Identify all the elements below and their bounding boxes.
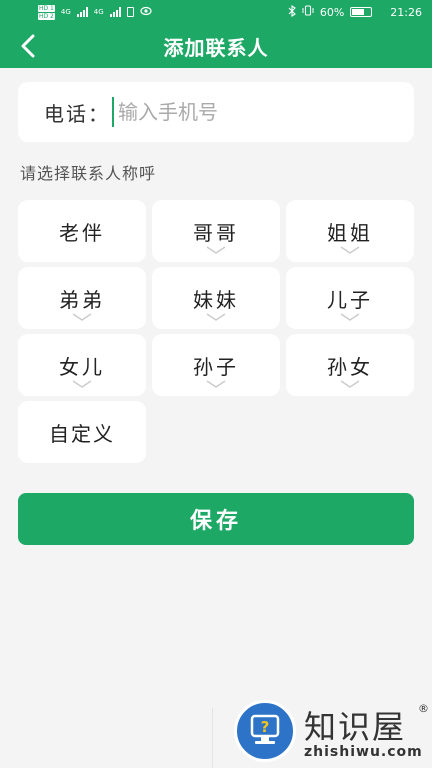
relation-chip[interactable]: 自定义 — [18, 401, 146, 463]
signal-icon — [76, 7, 88, 17]
relation-chip[interactable]: 哥哥 — [152, 200, 280, 262]
chevron-down-icon — [340, 313, 360, 321]
relation-chip[interactable]: 妹妹 — [152, 267, 280, 329]
battery-icon — [350, 7, 373, 17]
relation-chip[interactable]: 儿子 — [286, 267, 414, 329]
eye-icon — [140, 6, 152, 19]
bluetooth-icon — [288, 4, 296, 20]
relation-chip-label: 孙子 — [193, 355, 239, 379]
status-right: 60% 21:26 — [288, 4, 422, 20]
status-time: 21:26 — [390, 5, 422, 19]
chevron-down-icon — [340, 246, 360, 254]
watermark-brand: 知识屋 — [304, 708, 407, 746]
relation-chip-label: 老伴 — [59, 221, 105, 245]
relation-chip[interactable]: 老伴 — [18, 200, 146, 262]
page-title: 添加联系人 — [163, 35, 269, 60]
watermark-divider — [212, 708, 213, 768]
sim1-badge: HD 1 — [38, 4, 55, 12]
relation-chip-label: 孙女 — [327, 355, 373, 379]
chevron-down-icon — [72, 380, 92, 388]
phone-label: 电话： — [44, 101, 110, 126]
status-left: HD 1 HD 2 4G 4G — [38, 4, 152, 20]
watermark-domain: zhishiwu.com — [304, 744, 423, 760]
relation-chip-label: 弟弟 — [59, 288, 105, 312]
battery-percent: 60% — [319, 5, 345, 19]
relation-chip-label: 姐姐 — [327, 221, 373, 245]
svg-text:?: ? — [261, 718, 270, 736]
watermark: ? 知识屋 ® zhishiwu.com — [212, 700, 432, 768]
vibrate-icon — [302, 5, 314, 19]
app-header: 添加联系人 — [0, 24, 432, 68]
relation-chip[interactable]: 女儿 — [18, 334, 146, 396]
help-monitor-icon: ? — [234, 700, 296, 762]
chevron-down-icon — [206, 380, 226, 388]
status-bar: HD 1 HD 2 4G 4G 60% 21:26 — [0, 0, 432, 24]
save-button[interactable]: 保存 — [18, 493, 414, 545]
relation-chip-label: 女儿 — [59, 355, 105, 379]
chevron-down-icon — [72, 313, 92, 321]
back-button[interactable] — [12, 30, 44, 62]
section-label: 请选择联系人称呼 — [20, 164, 157, 183]
relation-chip-label: 自定义 — [49, 422, 115, 446]
sim-indicators: HD 1 HD 2 — [38, 4, 55, 20]
relation-chip-label: 哥哥 — [193, 221, 239, 245]
chevron-down-icon — [206, 313, 226, 321]
signal-icon-2 — [109, 7, 121, 17]
network1-label: 4G — [60, 8, 71, 16]
phone-card: 电话： — [18, 82, 414, 142]
network2-label: 4G — [93, 8, 104, 16]
phone-input[interactable] — [112, 97, 368, 127]
relation-chip[interactable]: 弟弟 — [18, 267, 146, 329]
relation-chip-label: 妹妹 — [193, 288, 239, 312]
sim2-badge: HD 2 — [38, 12, 55, 20]
relation-chip[interactable]: 孙子 — [152, 334, 280, 396]
relation-chip[interactable]: 孙女 — [286, 334, 414, 396]
chevron-left-icon — [21, 34, 35, 58]
relation-chip-label: 儿子 — [327, 288, 373, 312]
chevron-down-icon — [206, 246, 226, 254]
watermark-registered: ® — [418, 702, 429, 715]
notification-icon — [126, 7, 134, 17]
relation-chip[interactable]: 姐姐 — [286, 200, 414, 262]
chevron-down-icon — [340, 380, 360, 388]
